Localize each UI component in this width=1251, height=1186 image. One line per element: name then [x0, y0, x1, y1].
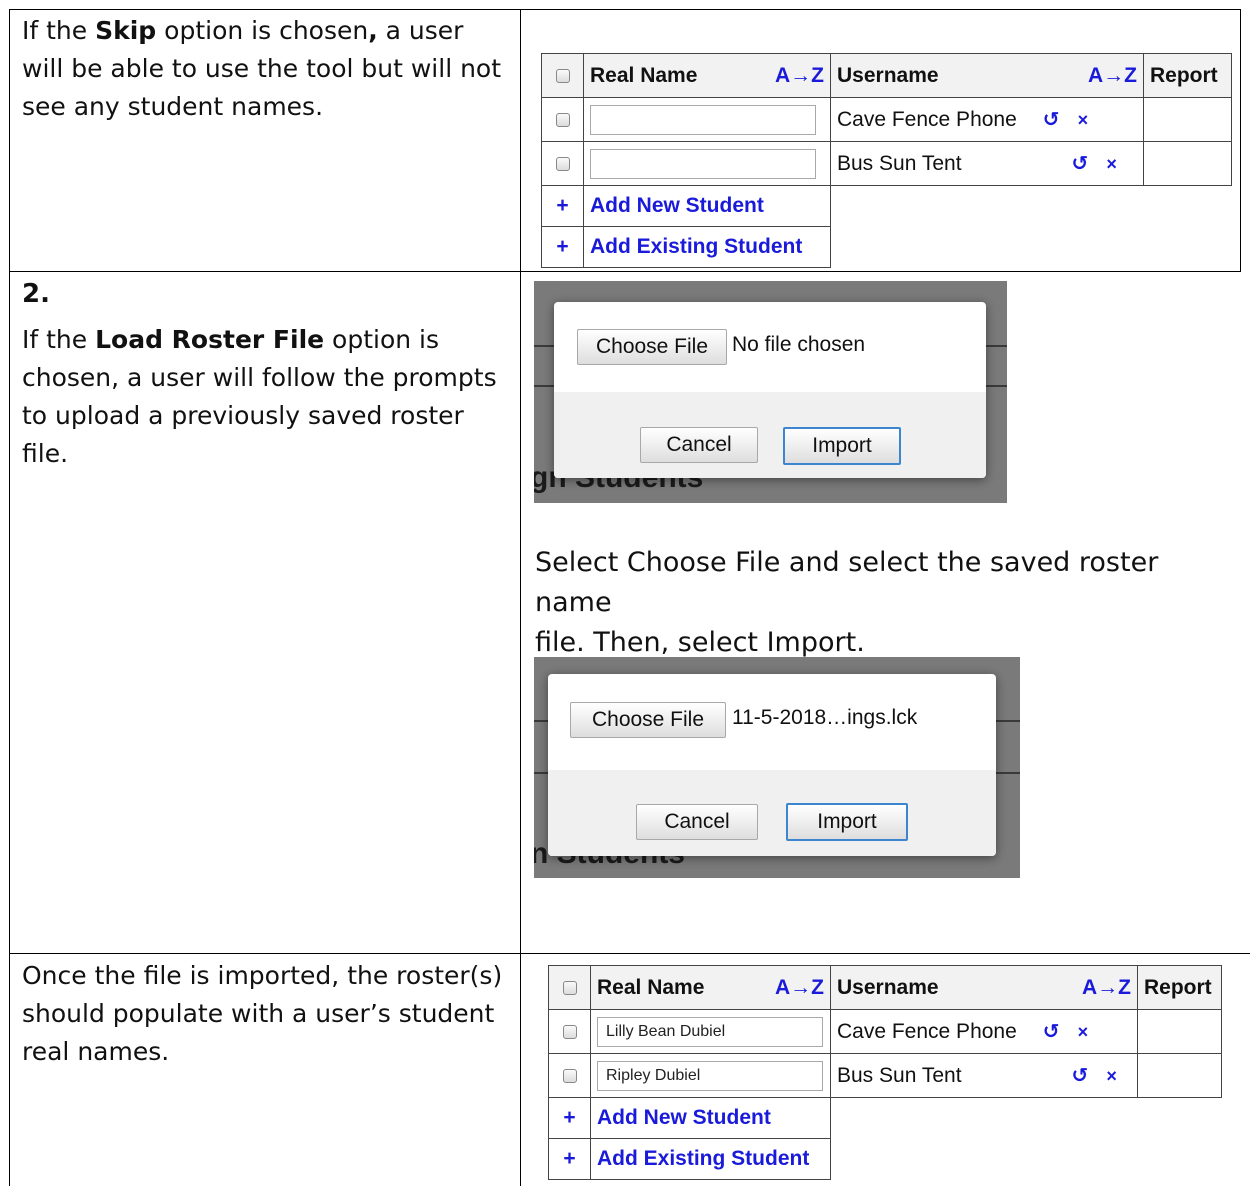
roster-header-row: Real Name A→Z Username A→Z Report — [548, 965, 1222, 1010]
grid-right-border — [1240, 9, 1241, 271]
add-new-row: + Add New Student — [541, 185, 1232, 227]
add-new-student-link[interactable]: Add New Student — [590, 1097, 831, 1139]
sort-username-button[interactable]: A→Z — [1088, 64, 1137, 88]
table-row: Bus Sun Tent ↺ × — [541, 141, 1232, 186]
username-text: Cave Fence Phone — [837, 1020, 1017, 1043]
select-all-checkbox[interactable] — [555, 68, 570, 83]
row-checkbox[interactable] — [562, 1068, 577, 1083]
delete-student-icon[interactable]: × — [1078, 110, 1089, 130]
import-button[interactable]: Import — [786, 803, 908, 841]
username-header[interactable]: Username A→Z — [830, 965, 1138, 1010]
skip-bold: Skip — [95, 16, 157, 45]
instruction-text: Select Choose File and select the saved … — [535, 547, 1159, 658]
grid-row-divider-1 — [9, 271, 1241, 272]
add-existing-row: + Add Existing Student — [541, 226, 1232, 268]
file-status-text: No file chosen — [732, 333, 866, 356]
delete-student-icon[interactable]: × — [1106, 154, 1117, 174]
import-dialog-screenshot-2: n Students Choose File 11-5-2018…ings.lc… — [534, 657, 1020, 878]
add-new-plus-icon[interactable]: + — [541, 185, 584, 227]
real-name-header[interactable]: Real Name A→Z — [590, 965, 831, 1010]
grid-row-divider-2 — [9, 953, 1250, 954]
roster-header-row: Real Name A→Z Username A→Z Report — [541, 53, 1232, 98]
username-text: Bus Sun Tent — [837, 1064, 962, 1087]
add-existing-plus-icon[interactable]: + — [548, 1138, 591, 1180]
load-roster-bold: Load Roster File — [95, 325, 325, 354]
import-dialog: Choose File 11-5-2018…ings.lck Cancel Im… — [548, 674, 996, 856]
select-all-checkbox-cell[interactable] — [541, 53, 584, 98]
username-text: Bus Sun Tent — [837, 152, 962, 175]
add-new-plus-icon[interactable]: + — [548, 1097, 591, 1139]
reset-username-icon[interactable]: ↺ — [1072, 1065, 1089, 1087]
delete-student-icon[interactable]: × — [1078, 1022, 1089, 1042]
table-row: Lilly Bean Dubiel Cave Fence Phone ↺ × — [548, 1009, 1222, 1054]
delete-student-icon[interactable]: × — [1106, 1066, 1117, 1086]
report-cell — [1143, 97, 1232, 142]
row-checkbox[interactable] — [562, 1024, 577, 1039]
add-existing-row: + Add Existing Student — [548, 1138, 1222, 1180]
add-new-row: + Add New Student — [548, 1097, 1222, 1139]
cancel-button[interactable]: Cancel — [636, 804, 758, 840]
skip-description: If the Skip option is chosen, a user wil… — [22, 16, 502, 121]
roster-table-empty: Real Name A→Z Username A→Z Report Cave Fen… — [541, 53, 1232, 268]
report-cell — [1137, 1009, 1222, 1054]
table-row: Ripley Dubiel Bus Sun Tent ↺ × — [548, 1053, 1222, 1098]
row-checkbox[interactable] — [555, 112, 570, 127]
add-existing-plus-icon[interactable]: + — [541, 226, 584, 268]
reset-username-icon[interactable]: ↺ — [1043, 1021, 1060, 1043]
username-header[interactable]: Username A→Z — [830, 53, 1144, 98]
table-row: Cave Fence Phone ↺ × — [541, 97, 1232, 142]
choose-file-button[interactable]: Choose File — [570, 702, 726, 738]
grid-top-border — [9, 9, 1241, 10]
select-all-checkbox-cell[interactable] — [548, 965, 591, 1010]
import-dialog: Choose File No file chosen Cancel Import — [554, 302, 986, 478]
reset-username-icon[interactable]: ↺ — [1043, 109, 1060, 131]
add-existing-student-link[interactable]: Add Existing Student — [590, 1138, 831, 1180]
add-existing-student-link[interactable]: Add Existing Student — [583, 226, 831, 268]
report-cell — [1137, 1053, 1222, 1098]
real-name-header[interactable]: Real Name A→Z — [583, 53, 831, 98]
report-header: Report — [1137, 965, 1222, 1010]
select-all-checkbox[interactable] — [562, 980, 577, 995]
real-name-input[interactable]: Ripley Dubiel — [597, 1060, 823, 1091]
sort-username-button[interactable]: A→Z — [1082, 976, 1131, 1000]
import-button[interactable]: Import — [783, 427, 901, 465]
add-new-student-link[interactable]: Add New Student — [583, 185, 831, 227]
choose-file-button[interactable]: Choose File — [577, 329, 727, 365]
reset-username-icon[interactable]: ↺ — [1072, 153, 1089, 175]
import-dialog-screenshot-1: gn Students Choose File No file chosen C… — [534, 281, 1007, 503]
report-header: Report — [1143, 53, 1232, 98]
cancel-button[interactable]: Cancel — [640, 427, 758, 463]
sort-real-name-button[interactable]: A→Z — [775, 64, 824, 88]
step-number: 2. — [22, 279, 50, 309]
row-checkbox[interactable] — [555, 156, 570, 171]
grid-middle-divider — [520, 9, 521, 1186]
grid-left-border — [9, 9, 10, 1186]
roster-table-filled: Real Name A→Z Username A→Z Report Lilly Be… — [548, 965, 1222, 1180]
real-name-input[interactable] — [590, 104, 816, 135]
real-name-input[interactable] — [590, 148, 816, 179]
load-roster-description: If the Load Roster File option is chosen… — [22, 325, 497, 468]
real-name-input[interactable]: Lilly Bean Dubiel — [597, 1016, 823, 1047]
file-status-text: 11-5-2018…ings.lck — [732, 706, 918, 729]
report-cell — [1143, 141, 1232, 186]
sort-real-name-button[interactable]: A→Z — [775, 976, 824, 1000]
imported-description: Once the file is imported, the roster(s)… — [22, 961, 503, 1066]
username-text: Cave Fence Phone — [837, 108, 1017, 131]
